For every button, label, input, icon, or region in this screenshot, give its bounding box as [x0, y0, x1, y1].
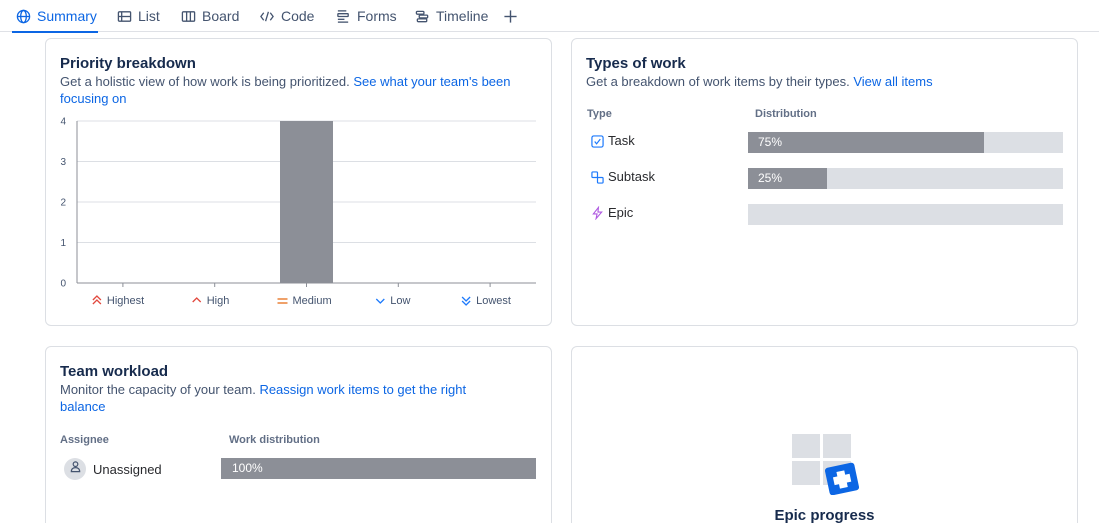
chevron-down-icon: [375, 298, 385, 304]
distribution-fill: [748, 132, 985, 153]
y-tick-label: 2: [60, 198, 66, 209]
type-label: Subtask: [608, 169, 655, 184]
distribution-percent: 25%: [758, 171, 783, 185]
x-tick-label-high: High: [207, 295, 230, 307]
assignee-row: Unassigned: [64, 458, 162, 480]
card-title: Team workload: [60, 363, 169, 380]
y-tick-label: 1: [60, 238, 66, 249]
view-all-items-link[interactable]: View all items: [853, 74, 932, 89]
epic-progress-illustration: [792, 434, 859, 495]
y-tick-label: 4: [60, 117, 66, 128]
work-distribution-bar: 100%: [221, 458, 536, 479]
epic-lightning-icon: [590, 206, 604, 220]
type-row-task: Task 75%: [588, 132, 1068, 153]
card-title: Priority breakdown: [60, 55, 196, 72]
tab-forms[interactable]: Forms: [335, 0, 397, 32]
list-icon: [116, 8, 132, 24]
person-icon: [69, 460, 82, 478]
description-text: Get a holistic view of how work is being…: [60, 74, 350, 89]
card-description: Monitor the capacity of your team. Reass…: [60, 381, 510, 415]
avatar: [64, 458, 86, 480]
epic-progress-card: Epic progress: [571, 346, 1078, 523]
tab-label: Code: [281, 8, 315, 24]
card-description: Get a holistic view of how work is being…: [60, 73, 540, 107]
add-tab-button[interactable]: [502, 0, 524, 32]
work-distribution-percent: 100%: [232, 461, 263, 475]
tab-label: Board: [202, 8, 240, 24]
distribution-bar: [748, 204, 1063, 225]
subtask-icon: [590, 170, 604, 184]
type-label: Epic: [608, 205, 634, 220]
plus-icon: [502, 8, 518, 24]
tab-list[interactable]: List: [116, 0, 160, 32]
priority-breakdown-card: Priority breakdown Get a holistic view o…: [45, 38, 552, 326]
double-chevron-up-icon: [92, 295, 102, 305]
project-tabs: Summary List Board Code Forms Timeline: [0, 0, 1099, 33]
assignee-column-header: Assignee: [60, 434, 109, 446]
distribution-bar: 25%: [748, 168, 1063, 189]
tab-timeline[interactable]: Timeline: [414, 0, 488, 32]
globe-icon: [15, 8, 31, 24]
tab-summary[interactable]: Summary: [12, 0, 98, 33]
team-workload-card: Team workload Monitor the capacity of yo…: [45, 346, 552, 523]
equals-icon: [277, 298, 288, 304]
board-icon: [180, 8, 196, 24]
distribution-bar: 75%: [748, 132, 1063, 153]
card-title: Types of work: [586, 55, 686, 72]
tab-label: List: [138, 8, 160, 24]
card-description: Get a breakdown of work items by their t…: [586, 73, 1066, 90]
description-text: Get a breakdown of work items by their t…: [586, 74, 850, 89]
y-tick-label: 0: [60, 279, 66, 290]
tab-code[interactable]: Code: [259, 0, 314, 32]
y-tick-label: 3: [60, 157, 66, 168]
x-tick-label-low: Low: [390, 295, 410, 307]
description-text: Monitor the capacity of your team.: [60, 382, 256, 397]
work-distribution-column-header: Work distribution: [229, 434, 320, 446]
distribution-percent: 75%: [758, 135, 783, 149]
task-checkbox-icon: [590, 134, 604, 148]
x-tick-label-medium: Medium: [293, 295, 332, 307]
distribution-column-header: Distribution: [755, 108, 817, 120]
bar-medium: [280, 121, 333, 283]
tab-label: Summary: [37, 8, 97, 24]
type-row-subtask: Subtask 25%: [588, 168, 1068, 189]
assignee-name: Unassigned: [93, 461, 162, 477]
code-icon: [259, 8, 275, 24]
epic-progress-title: Epic progress: [774, 507, 875, 523]
x-tick-label-lowest: Lowest: [476, 295, 511, 307]
type-row-epic: Epic: [588, 204, 1068, 225]
types-of-work-card: Types of work Get a breakdown of work it…: [571, 38, 1078, 326]
tab-label: Timeline: [436, 8, 489, 24]
chevron-up-icon: [192, 297, 202, 303]
timeline-icon: [414, 8, 430, 24]
type-label: Task: [608, 133, 635, 148]
tab-label: Forms: [357, 8, 397, 24]
type-column-header: Type: [587, 108, 612, 120]
priority-bar-chart: 0 1 2 3 4 Highest High Medium Low Lowest: [60, 117, 536, 307]
double-chevron-down-icon: [461, 296, 471, 306]
x-tick-label-highest: Highest: [107, 295, 144, 307]
tab-board[interactable]: Board: [180, 0, 239, 32]
forms-icon: [335, 8, 351, 24]
